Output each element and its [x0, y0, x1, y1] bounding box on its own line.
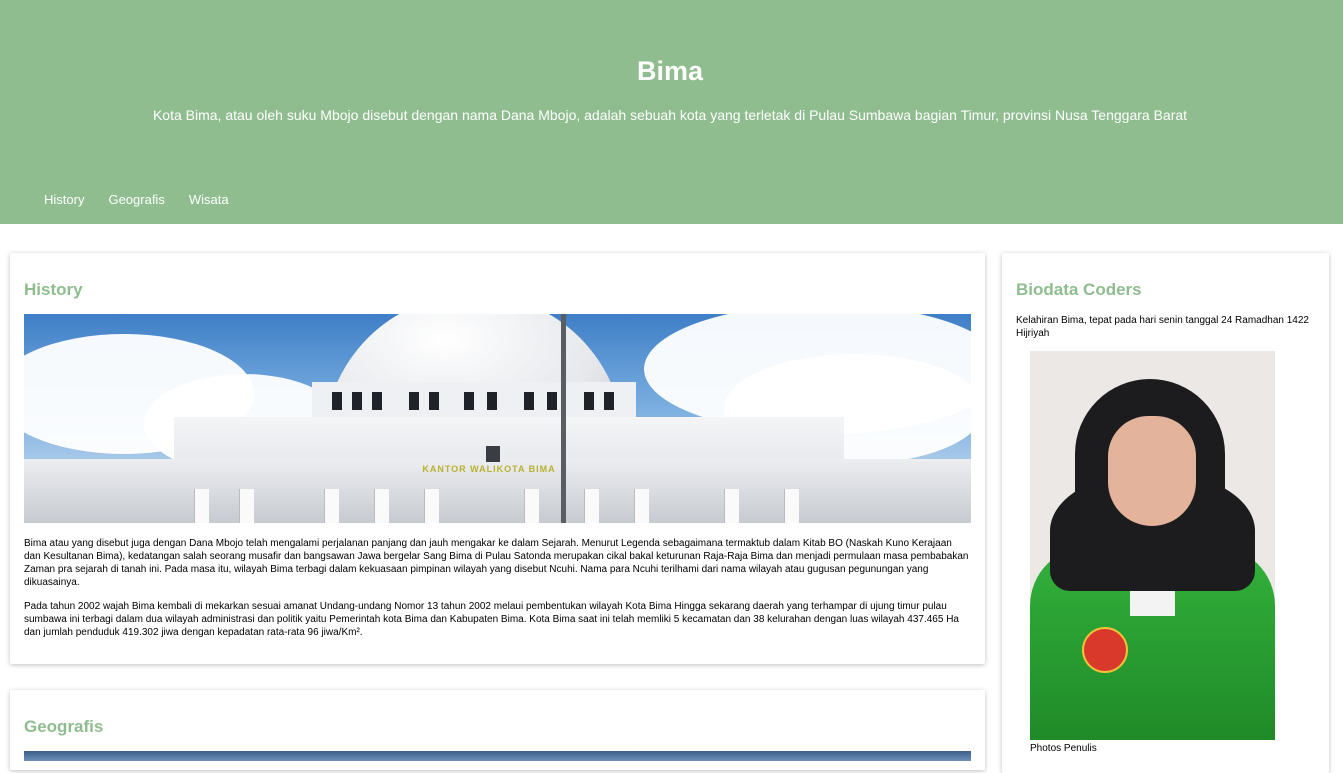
photo-caption: Photos Penulis: [1030, 743, 1097, 754]
geografis-card: Geografis: [10, 690, 985, 770]
geografis-image: [24, 751, 971, 761]
author-photo: [1030, 351, 1275, 740]
biodata-card: Biodata Coders Kelahiran Bima, tepat pad…: [1002, 253, 1329, 773]
building-sign: KANTOR WALIKOTA BIMA: [422, 464, 556, 474]
main-nav: History Geografis Wisata: [32, 192, 241, 207]
university-emblem: [1082, 627, 1128, 673]
site-title: Bima: [636, 56, 704, 86]
geografis-heading: Geografis: [24, 717, 104, 736]
nav-item-wisata[interactable]: Wisata: [177, 192, 241, 207]
biodata-heading: Biodata Coders: [1016, 280, 1142, 299]
biodata-text: Kelahiran Bima, tepat pada hari senin ta…: [1016, 315, 1309, 339]
history-image: KANTOR WALIKOTA BIMA: [24, 314, 971, 523]
history-paragraph-2: Pada tahun 2002 wajah Bima kembali di me…: [24, 601, 959, 638]
nav-item-geografis[interactable]: Geografis: [96, 192, 176, 207]
site-header: Bima Kota Bima, atau oleh suku Mbojo dis…: [0, 0, 1343, 224]
history-heading: History: [24, 280, 83, 299]
flag-pole: [561, 314, 566, 523]
face-shape: [1108, 416, 1196, 526]
nav-item-history[interactable]: History: [32, 192, 96, 207]
history-paragraph-1: Bima atau yang disebut juga dengan Dana …: [24, 538, 969, 588]
site-subtitle: Kota Bima, atau oleh suku Mbojo disebut …: [152, 107, 1188, 123]
history-card: History KANTOR WALIKOTA BIMA Bima atau y…: [10, 253, 985, 664]
